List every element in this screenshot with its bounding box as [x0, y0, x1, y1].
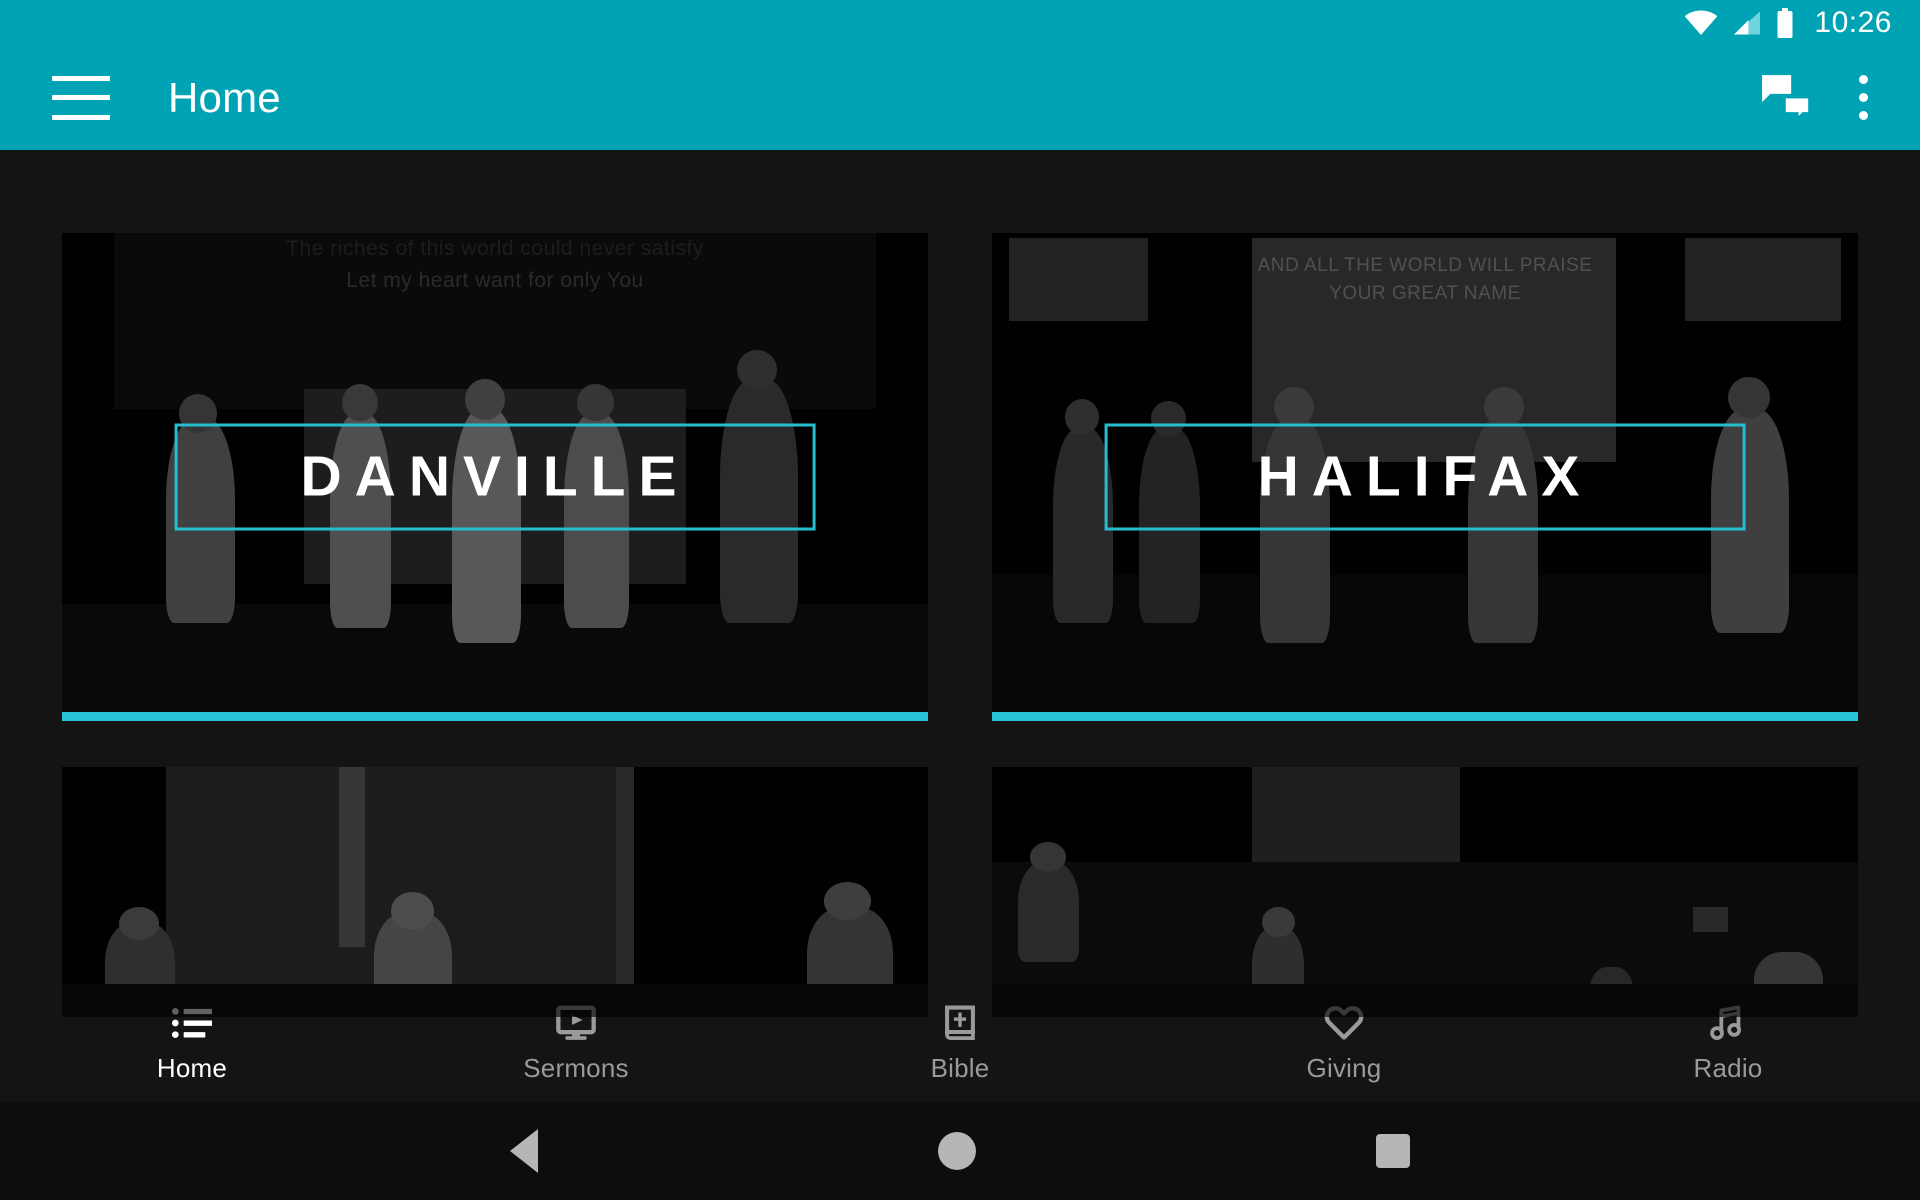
card-accent-bar — [62, 712, 928, 721]
campus-card-halifax[interactable]: AND ALL THE WORLD WILL PRAISE YOUR GREAT… — [992, 233, 1858, 721]
nav-label-radio: Radio — [1693, 1052, 1763, 1083]
page-title: Home — [168, 73, 281, 121]
nav-label-home: Home — [156, 1052, 228, 1083]
app-bar: Home — [0, 45, 1920, 150]
android-system-navigation — [0, 1102, 1920, 1200]
overflow-menu-icon[interactable] — [1840, 68, 1886, 128]
campus-label-box: HALIFAX — [1104, 423, 1746, 531]
campus-card-fourth[interactable] — [992, 767, 1858, 1017]
home-circle-icon[interactable] — [938, 1132, 976, 1170]
stage-photo — [992, 767, 1858, 1017]
chat-bubbles-icon[interactable] — [1760, 73, 1814, 123]
cellular-signal-icon — [1732, 10, 1762, 36]
back-triangle-icon[interactable] — [510, 1129, 538, 1173]
recents-square-icon[interactable] — [1376, 1134, 1410, 1168]
card-thumbnail — [62, 767, 928, 1017]
campus-label: DANVILLE — [300, 444, 690, 509]
status-bar: 10:26 — [0, 0, 1920, 45]
stage-photo — [62, 767, 928, 1017]
nav-label-sermons: Sermons — [523, 1052, 629, 1083]
status-bar-clock: 10:26 — [1814, 5, 1892, 39]
card-thumbnail — [992, 767, 1858, 1017]
battery-icon — [1776, 7, 1794, 38]
system-nav-buttons — [510, 1129, 1410, 1173]
campus-card-danville[interactable]: The riches of this world could never sat… — [62, 233, 928, 721]
bible-book-icon — [943, 1003, 977, 1043]
nav-label-giving: Giving — [1306, 1052, 1382, 1083]
campus-label-box: DANVILLE — [174, 423, 816, 531]
card-accent-bar — [992, 712, 1858, 721]
campus-card-grid: The riches of this world could never sat… — [0, 150, 1920, 1017]
nav-label-bible: Bible — [930, 1052, 990, 1083]
hamburger-menu-icon[interactable] — [52, 75, 110, 120]
android-screen: 10:26 Home The riches of this — [0, 0, 1920, 1200]
campus-label: HALIFAX — [1257, 444, 1593, 509]
campus-card-third[interactable] — [62, 767, 928, 1017]
card-thumbnail: The riches of this world could never sat… — [62, 233, 928, 721]
card-thumbnail: AND ALL THE WORLD WILL PRAISE YOUR GREAT… — [992, 233, 1858, 721]
wifi-icon — [1684, 10, 1718, 36]
